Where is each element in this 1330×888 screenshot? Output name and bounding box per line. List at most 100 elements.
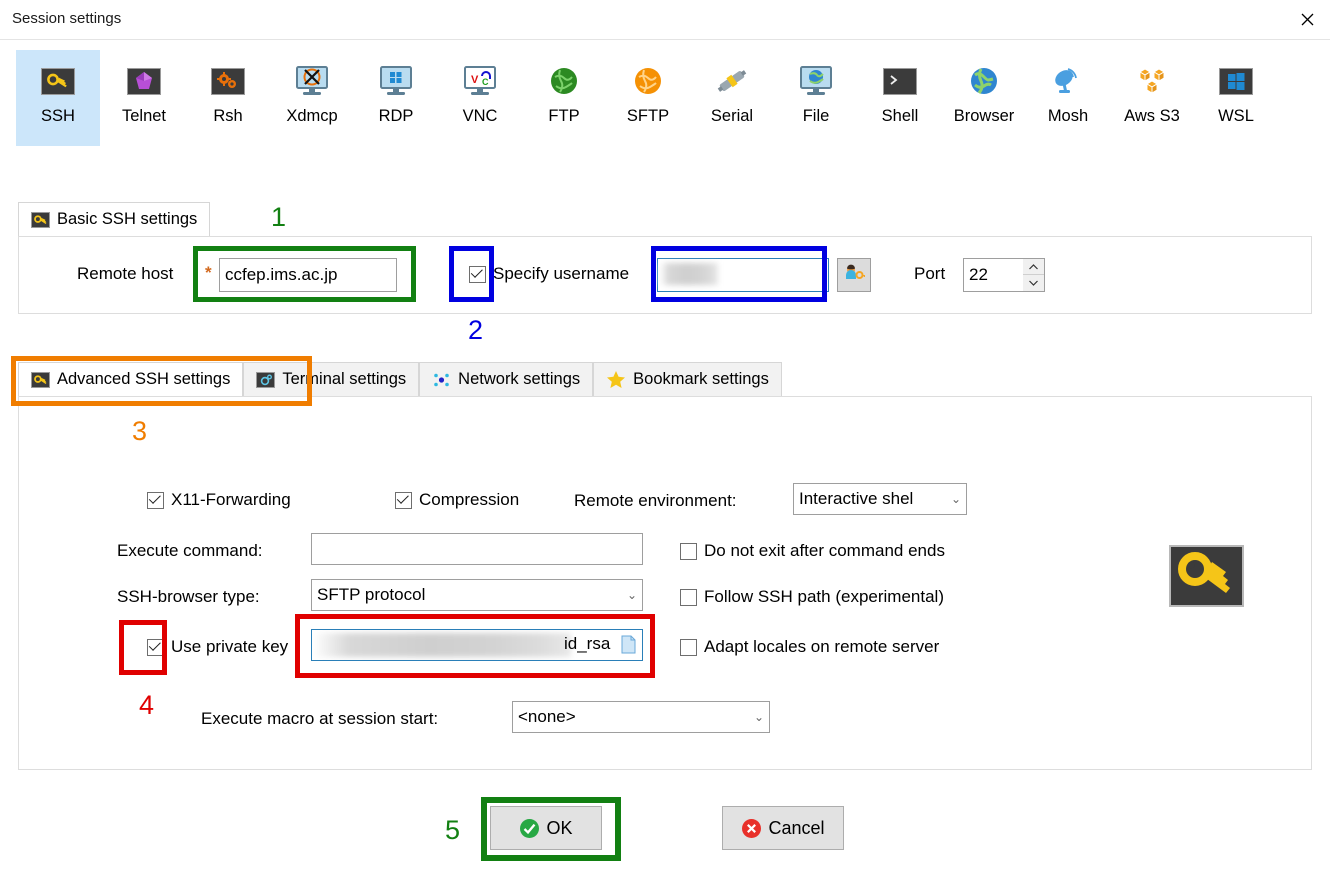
svg-text:V: V — [471, 74, 479, 86]
ssh-key-icon — [1169, 545, 1244, 607]
protocol-rdp[interactable]: RDP — [354, 50, 438, 146]
check-circle-icon — [519, 818, 540, 839]
protocol-label: SSH — [41, 107, 75, 125]
checkbox-box — [680, 588, 697, 606]
do-not-exit-checkbox[interactable]: Do not exit after command ends — [680, 541, 945, 561]
protocol-vnc[interactable]: V C VNC — [438, 50, 522, 146]
protocol-label: Telnet — [121, 107, 167, 125]
execute-command-input[interactable] — [311, 533, 643, 565]
cancel-button[interactable]: Cancel — [722, 806, 844, 850]
basic-tabstrip: Basic SSH settings — [18, 202, 211, 236]
close-icon[interactable] — [1284, 0, 1330, 39]
cancel-label: Cancel — [768, 817, 825, 838]
port-label: Port — [914, 264, 946, 283]
tab-bookmark-settings[interactable]: Bookmark settings — [593, 362, 782, 396]
ssh-browser-type-select[interactable]: SFTP protocol ⌄ — [311, 579, 643, 611]
compression-checkbox[interactable]: Compression — [395, 490, 519, 510]
annotation-number-1: 1 — [271, 202, 287, 232]
tab-label: Bookmark settings — [633, 370, 769, 388]
ok-button[interactable]: OK — [490, 806, 602, 850]
protocol-label: VNC — [462, 107, 498, 125]
follow-ssh-path-checkbox[interactable]: Follow SSH path (experimental) — [680, 587, 944, 607]
protocol-rsh[interactable]: Rsh — [186, 50, 270, 146]
wsl-windows-icon — [1216, 64, 1256, 98]
tab-label: Network settings — [458, 370, 581, 388]
protocol-label: RDP — [378, 107, 414, 125]
user-key-icon[interactable] — [837, 258, 871, 292]
private-key-input[interactable]: id_rsa — [311, 629, 643, 661]
remote-host-label: Remote host — [77, 264, 174, 283]
title-bar: Session settings — [0, 0, 1330, 40]
checkbox-box — [680, 638, 697, 656]
protocol-label: Aws S3 — [1124, 107, 1180, 125]
adapt-locales-checkbox[interactable]: Adapt locales on remote server — [680, 637, 939, 657]
ssh-key-icon — [31, 211, 50, 228]
telnet-crystal-icon — [124, 64, 164, 98]
remote-environment-value: Interactive shel — [799, 489, 914, 508]
checkbox-box — [147, 491, 164, 509]
execute-macro-select[interactable]: <none> ⌄ — [512, 701, 770, 733]
protocol-sftp[interactable]: SFTP — [606, 50, 690, 146]
settings-tabstrip: Advanced SSH settings Terminal settings … — [18, 362, 782, 396]
file-browse-icon[interactable] — [621, 635, 636, 659]
tab-basic-ssh-settings[interactable]: Basic SSH settings — [18, 202, 211, 236]
protocol-xdmcp[interactable]: Xdmcp — [270, 50, 354, 146]
sftp-globe-icon — [628, 64, 668, 98]
follow-ssh-path-label: Follow SSH path (experimental) — [704, 587, 944, 606]
checkbox-box — [680, 542, 697, 560]
protocol-label: Mosh — [1047, 107, 1089, 125]
tab-label: Terminal settings — [282, 370, 407, 388]
tab-advanced-ssh-settings[interactable]: Advanced SSH settings — [18, 362, 244, 396]
ssh-browser-type-label: SSH-browser type: — [117, 587, 260, 606]
basic-ssh-panel: Remote host * Specify username Port — [18, 236, 1312, 314]
x11-forwarding-checkbox[interactable]: X11-Forwarding — [147, 490, 291, 510]
specify-username-label: Specify username — [493, 264, 630, 283]
protocol-label: WSL — [1218, 107, 1254, 125]
x-circle-icon — [741, 818, 762, 839]
network-icon — [432, 371, 451, 389]
protocol-mosh[interactable]: Mosh — [1026, 50, 1110, 146]
chevron-down-icon: ⌄ — [950, 492, 961, 506]
username-input[interactable] — [657, 258, 829, 292]
chevron-down-icon: ⌄ — [626, 588, 637, 602]
protocol-browser[interactable]: Browser — [942, 50, 1026, 146]
tab-network-settings[interactable]: Network settings — [419, 362, 594, 396]
use-private-key-label: Use private key — [171, 637, 289, 656]
protocol-label: Serial — [710, 107, 754, 125]
compression-label: Compression — [419, 490, 520, 509]
ssh-key-icon — [31, 371, 50, 388]
protocol-label: Shell — [881, 107, 919, 125]
specify-username-checkbox[interactable]: Specify username — [469, 264, 629, 284]
protocol-shell[interactable]: Shell — [858, 50, 942, 146]
remote-host-input[interactable] — [219, 258, 397, 292]
ftp-globe-icon — [544, 64, 584, 98]
use-private-key-checkbox[interactable]: Use private key — [147, 637, 288, 657]
chevron-down-icon[interactable] — [1023, 275, 1044, 291]
chevron-up-icon[interactable] — [1023, 259, 1044, 275]
remote-environment-select[interactable]: Interactive shel ⌄ — [793, 483, 967, 515]
protocol-serial[interactable]: Serial — [690, 50, 774, 146]
adapt-locales-label: Adapt locales on remote server — [704, 637, 940, 656]
remote-environment-label: Remote environment: — [574, 491, 737, 510]
protocol-telnet[interactable]: Telnet — [102, 50, 186, 146]
annotation-number-5: 5 — [445, 815, 461, 845]
tab-label: Advanced SSH settings — [57, 370, 231, 388]
protocol-toolbar: SSH Telnet Rsh Xdmcp RDP V C VNC FTP SFT… — [0, 41, 1330, 151]
protocol-ssh[interactable]: SSH — [16, 50, 100, 146]
window-title: Session settings — [12, 10, 122, 27]
file-monitor-icon — [796, 64, 836, 98]
protocol-aws-s3[interactable]: Aws S3 — [1110, 50, 1194, 146]
ssh-key-icon — [38, 64, 78, 98]
port-input[interactable] — [963, 258, 1023, 292]
x11-forwarding-label: X11-Forwarding — [171, 490, 291, 509]
port-spinner[interactable] — [1023, 258, 1045, 292]
tab-terminal-settings[interactable]: Terminal settings — [243, 362, 420, 396]
xdmcp-monitor-icon — [292, 64, 332, 98]
protocol-ftp[interactable]: FTP — [522, 50, 606, 146]
do-not-exit-label: Do not exit after command ends — [704, 541, 945, 560]
protocol-label: SFTP — [626, 107, 670, 125]
protocol-file[interactable]: File — [774, 50, 858, 146]
protocol-label: Browser — [953, 107, 1015, 125]
protocol-label: Rsh — [213, 107, 243, 125]
protocol-wsl[interactable]: WSL — [1194, 50, 1278, 146]
